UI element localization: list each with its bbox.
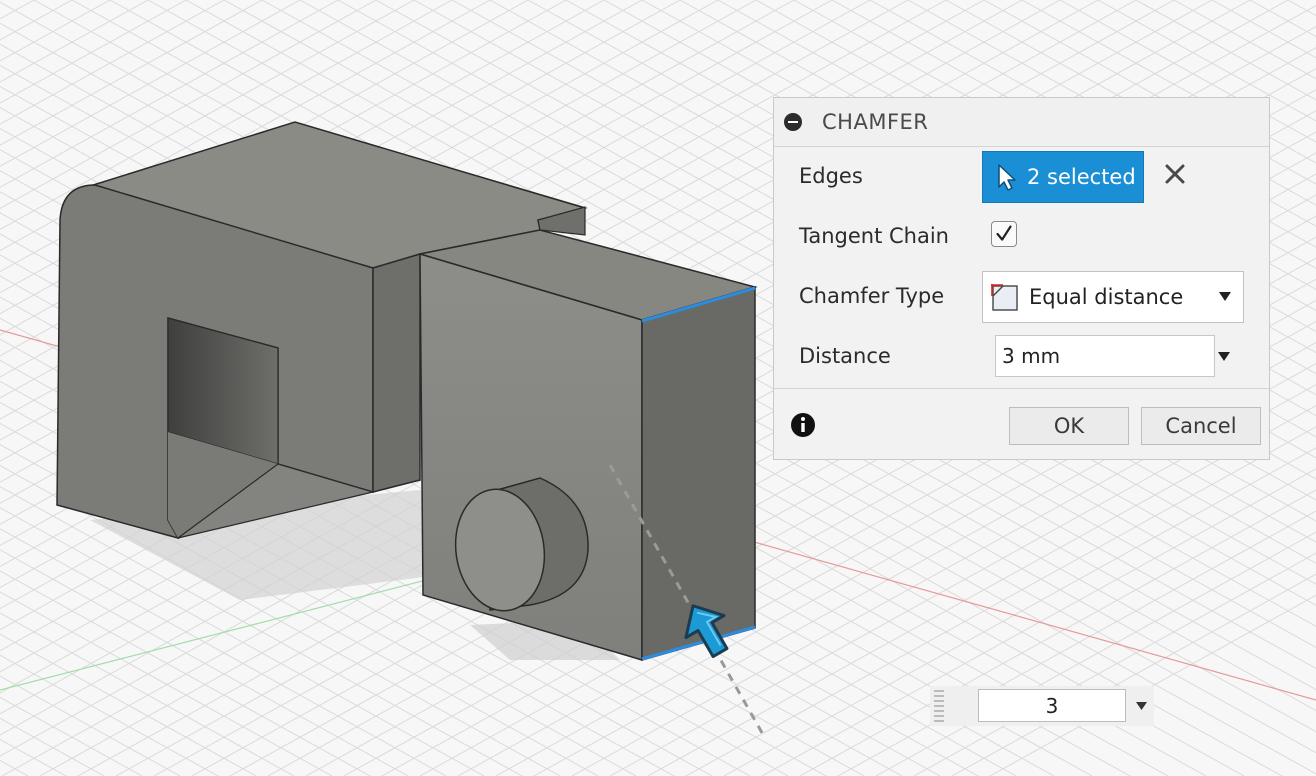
distance-row: Distance	[774, 328, 1269, 384]
checkmark-icon	[996, 225, 1012, 241]
distance-label: Distance	[799, 344, 891, 368]
cursor-arrow-icon	[998, 164, 1016, 191]
chamfer-type-value: Equal distance	[1029, 285, 1184, 309]
dialog-footer: OK Cancel	[774, 388, 1269, 461]
canvas-caret-down-icon[interactable]	[1136, 702, 1147, 710]
grip-icon[interactable]	[934, 690, 944, 722]
collapse-icon[interactable]	[784, 113, 802, 131]
dialog-title: CHAMFER	[822, 110, 929, 134]
distance-field[interactable]	[995, 335, 1215, 377]
edges-label: Edges	[799, 164, 863, 188]
info-icon[interactable]	[790, 412, 816, 438]
chamfer-type-label: Chamfer Type	[799, 284, 945, 308]
ok-button[interactable]: OK	[1009, 407, 1129, 445]
distance-input[interactable]	[996, 336, 1214, 376]
chamfer-type-row: Chamfer Type Equal distance	[774, 268, 1269, 324]
tangent-chain-checkbox[interactable]	[991, 221, 1017, 247]
cancel-button[interactable]: Cancel	[1141, 407, 1261, 445]
edges-row: Edges 2 selected	[774, 148, 1269, 204]
distance-caret-down-icon[interactable]	[1218, 352, 1230, 361]
chamfer-dialog: CHAMFER Edges 2 selected Tangent Chain C…	[773, 97, 1270, 460]
dialog-header[interactable]: CHAMFER	[774, 98, 1269, 147]
clear-x-icon[interactable]	[1162, 161, 1188, 187]
chamfer-type-select[interactable]: Equal distance	[982, 271, 1244, 323]
tangent-chain-row: Tangent Chain	[774, 208, 1269, 264]
canvas-value-input: 3	[930, 686, 1154, 726]
edges-selection-button[interactable]: 2 selected	[982, 151, 1144, 203]
caret-down-icon	[1219, 292, 1231, 301]
equal-distance-icon	[991, 284, 1018, 311]
tangent-chain-label: Tangent Chain	[799, 224, 949, 248]
edges-selection-count: 2 selected	[1027, 165, 1136, 189]
canvas-distance-field[interactable]: 3	[978, 689, 1126, 722]
